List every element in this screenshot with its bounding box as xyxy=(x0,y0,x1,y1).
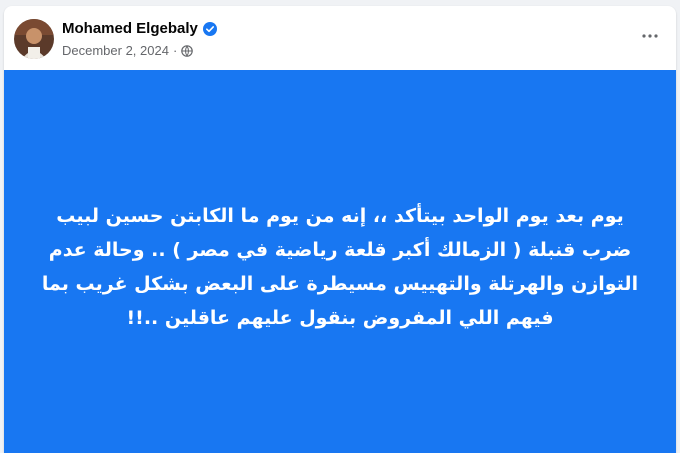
meta-separator: · xyxy=(172,43,178,58)
verified-badge-icon xyxy=(202,21,217,36)
author-name[interactable]: Mohamed Elgebaly xyxy=(62,20,198,37)
globe-icon xyxy=(181,44,194,57)
post-text-line: التوازن والهرتلة والتهييس مسيطرة على الب… xyxy=(41,272,639,295)
post-text-line: ضرب قنبلة ( الزمالك أكبر قلعة رياضية في … xyxy=(48,238,632,261)
post-text-line: يوم بعد يوم الواحد بيتأكد ،، إنه من يوم … xyxy=(56,204,624,227)
post-text-line: فيهم اللي المفروض بنقول عليهم عاقلين ..!… xyxy=(126,306,554,329)
post-text: يوم بعد يوم الواحد بيتأكد ،، إنه من يوم … xyxy=(30,199,650,335)
post-card: Mohamed Elgebaly December 2, 2024 · يوم … xyxy=(4,6,676,453)
post-header: Mohamed Elgebaly December 2, 2024 · xyxy=(4,6,676,70)
more-options-icon[interactable] xyxy=(638,24,662,48)
author-avatar[interactable] xyxy=(14,19,54,59)
post-date[interactable]: December 2, 2024 xyxy=(62,43,169,58)
post-text-background: يوم بعد يوم الواحد بيتأكد ،، إنه من يوم … xyxy=(4,70,676,453)
